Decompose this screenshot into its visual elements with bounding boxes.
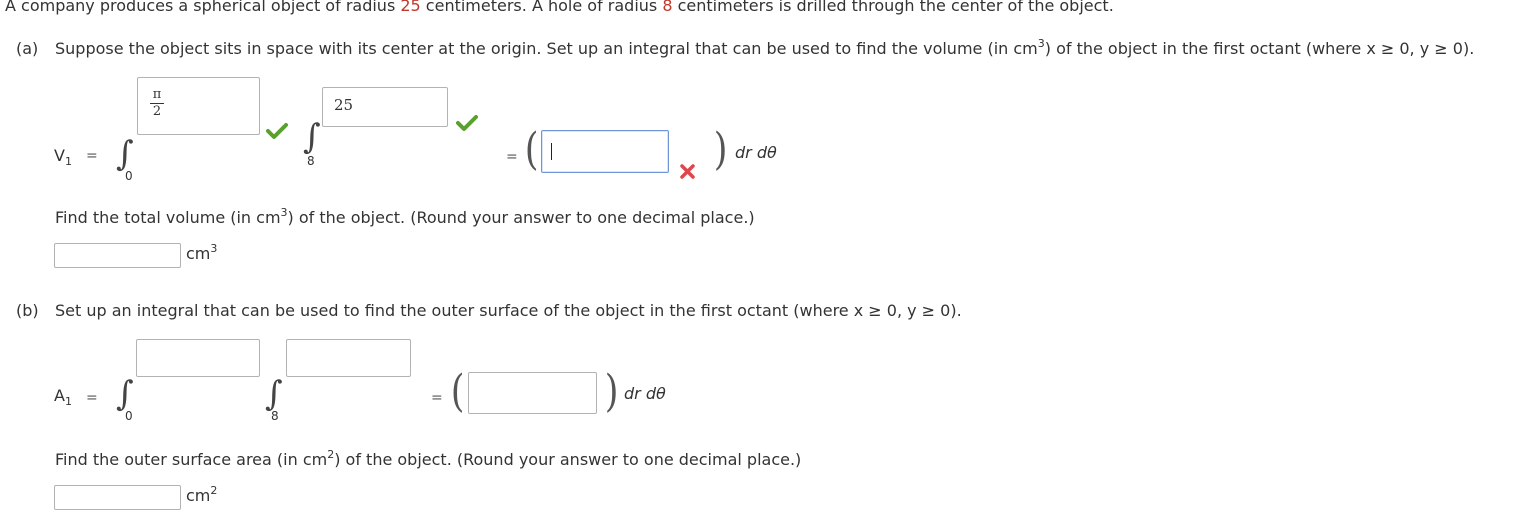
part-b-label: (b) (16, 301, 39, 320)
area-followup-text-2: ) of the object. (Round your answer to o… (334, 450, 802, 469)
volume-variable-name: V (54, 146, 65, 165)
part-a-prompt-text-1: Suppose the object sits in space with it… (55, 39, 1038, 58)
volume-variable: V1 (54, 146, 72, 172)
volume-followup-text-2: ) of the object. (Round your answer to o… (287, 208, 755, 227)
area-equals-sign: = (86, 390, 98, 406)
outer-upper-denominator: 2 (152, 104, 162, 119)
volume-followup-prompt: Find the total volume (in cm3) of the ob… (55, 206, 755, 228)
area-variable: A1 (54, 386, 72, 412)
part-b-prompt: Set up an integral that can be used to f… (55, 301, 962, 320)
outer-integral-sign: ∫ (116, 374, 134, 414)
area-followup-prompt: Find the outer surface area (in cm2) of … (55, 449, 802, 470)
total-area-input[interactable] (54, 485, 181, 510)
area-unit: cm2 (186, 484, 218, 506)
volume-unit-sup: 3 (210, 242, 218, 255)
outer-upper-limit-field[interactable] (136, 339, 260, 377)
integrand-equals-sign: = (431, 390, 443, 406)
outer-integral-sign: ∫ (116, 134, 134, 174)
inner-lower-limit: 8 (271, 409, 279, 423)
volume-equals-sign: = (86, 148, 98, 164)
left-paren: ( (450, 366, 465, 417)
integrand-field[interactable] (468, 372, 597, 414)
intro-text-1: A company produces a spherical object of… (5, 0, 401, 15)
inner-lower-limit: 8 (307, 154, 315, 168)
hole-radius-value: 8 (662, 0, 673, 15)
intro-text-2: centimeters. A hole of radius (420, 0, 663, 15)
inner-integral-sign: ∫ (265, 374, 283, 414)
inner-upper-limit-value: 25 (334, 96, 354, 114)
right-paren: ) (713, 124, 728, 175)
volume-unit: cm3 (186, 242, 218, 264)
cross-icon (679, 163, 696, 180)
integrand-equals-sign: = (506, 149, 518, 165)
inner-upper-limit-field[interactable] (286, 339, 411, 377)
outer-upper-fraction: π 2 (150, 88, 164, 119)
outer-upper-numerator: π (152, 87, 162, 102)
check-icon (266, 122, 288, 140)
total-volume-input[interactable] (54, 243, 181, 268)
volume-variable-sub: 1 (64, 155, 72, 168)
area-variable-sub: 1 (64, 395, 72, 408)
outer-lower-limit: 0 (125, 169, 133, 183)
area-differentials: dr dθ (624, 384, 666, 403)
outer-lower-limit: 0 (125, 409, 133, 423)
outer-radius-value: 25 (400, 0, 421, 15)
inner-upper-limit-field[interactable]: 25 (322, 87, 448, 127)
inner-integral-sign: ∫ (303, 117, 321, 157)
part-a-label: (a) (16, 39, 39, 58)
volume-followup-sup: 3 (280, 206, 288, 219)
volume-unit-text: cm (186, 244, 211, 263)
area-unit-text: cm (186, 486, 211, 505)
text-cursor (551, 143, 552, 160)
problem-statement: A company produces a spherical object of… (5, 0, 1114, 16)
area-followup-text-1: Find the outer surface area (in cm (55, 450, 328, 469)
volume-followup-text-1: Find the total volume (in cm (55, 208, 281, 227)
outer-upper-limit-field[interactable]: π 2 (137, 77, 260, 135)
right-paren: ) (604, 366, 619, 417)
area-unit-sup: 2 (210, 484, 218, 497)
check-icon (456, 114, 478, 132)
volume-differentials: dr dθ (735, 143, 777, 162)
intro-text-3: centimeters is drilled through the cente… (672, 0, 1114, 15)
area-variable-name: A (54, 386, 65, 405)
left-paren: ( (524, 124, 539, 175)
integrand-field[interactable] (541, 130, 669, 173)
part-a-prompt-text-2: ) of the object in the first octant (whe… (1044, 39, 1475, 58)
part-a-prompt: Suppose the object sits in space with it… (55, 37, 1475, 59)
part-a-prompt-sup: 3 (1037, 37, 1045, 50)
